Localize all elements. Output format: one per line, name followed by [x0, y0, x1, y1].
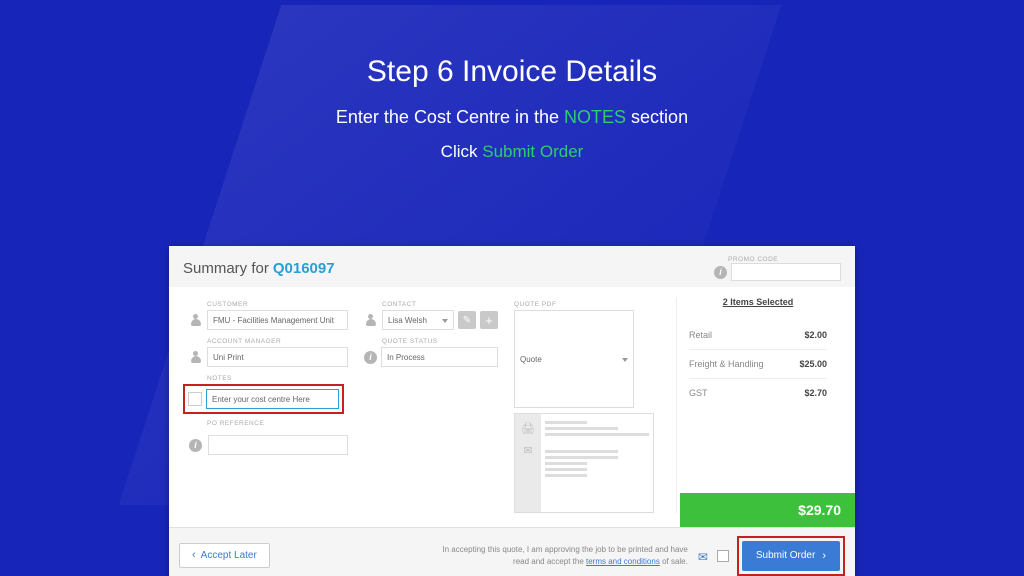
- cost-row-retail: Retail$2.00: [689, 321, 827, 350]
- slide-title: Step 6 Invoice Details: [0, 55, 1024, 89]
- promo-code-input[interactable]: [731, 263, 841, 281]
- add-icon[interactable]: +: [480, 311, 498, 329]
- email-option: ✉: [698, 550, 729, 562]
- summary-label: Summary for: [183, 260, 269, 277]
- disclaimer-text: In accepting this quote, I am approving …: [428, 544, 688, 566]
- quote-pdf-select[interactable]: Quote: [514, 310, 634, 408]
- quote-id: Q016097: [273, 260, 335, 277]
- customer-label: CUSTOMER: [207, 301, 348, 308]
- person-icon: [364, 313, 378, 327]
- envelope-icon: ✉: [698, 550, 714, 562]
- mail-icon[interactable]: ✉: [520, 444, 536, 458]
- notes-label: NOTES: [207, 375, 348, 382]
- slide-subtitle: Enter the Cost Centre in the NOTES secti…: [0, 107, 1024, 128]
- costs-column: 2 Items Selected Retail$2.00 Freight & H…: [676, 297, 839, 513]
- edit-icon[interactable]: ✎: [458, 311, 476, 329]
- pdf-preview: 🖨 ✉: [514, 413, 654, 513]
- person-icon: [189, 350, 203, 364]
- promo-code-label: PROMO CODE: [728, 256, 778, 263]
- email-checkbox[interactable]: [717, 550, 729, 562]
- po-reference-label: PO REFERENCE: [207, 420, 348, 427]
- slide-instruction: Click Submit Order: [0, 142, 1024, 162]
- invoice-app: Summary for Q016097 PROMO CODE i CUSTOME…: [169, 246, 855, 576]
- terms-link[interactable]: terms and conditions: [586, 557, 660, 566]
- chevron-right-icon: ›: [822, 550, 826, 562]
- info-icon: i: [714, 266, 727, 279]
- notes-input[interactable]: Enter your cost centre Here: [206, 389, 339, 409]
- submit-highlight: Submit Order ›: [737, 536, 845, 576]
- total-bar: $29.70: [680, 493, 855, 527]
- print-icon[interactable]: 🖨: [520, 422, 536, 436]
- contact-column: CONTACT Lisa Welsh ✎ + QUOTE STATUS i In…: [356, 297, 506, 513]
- summary-header: Summary for Q016097 PROMO CODE i: [169, 246, 855, 287]
- cost-row-freight: Freight & Handling$25.00: [689, 350, 827, 379]
- contact-label: CONTACT: [382, 301, 498, 308]
- items-selected-link[interactable]: 2 Items Selected: [689, 297, 827, 307]
- quote-pdf-column: QUOTE PDF Quote 🖨 ✉: [506, 297, 676, 513]
- chevron-left-icon: ‹: [192, 550, 196, 561]
- po-reference-input[interactable]: [208, 435, 348, 455]
- accept-later-button[interactable]: ‹ Accept Later: [179, 543, 270, 568]
- submit-order-button[interactable]: Submit Order ›: [742, 541, 840, 571]
- contact-select[interactable]: Lisa Welsh: [382, 310, 454, 330]
- notes-toggle[interactable]: [188, 392, 202, 406]
- quote-status-value: In Process: [381, 347, 498, 367]
- info-icon: i: [364, 351, 377, 364]
- info-icon: i: [189, 439, 202, 452]
- person-icon: [189, 313, 203, 327]
- notes-highlight: Enter your cost centre Here: [183, 384, 344, 414]
- customer-input[interactable]: FMU - Facilities Management Unit: [207, 310, 348, 330]
- quote-pdf-label: QUOTE PDF: [514, 301, 668, 308]
- cost-row-gst: GST$2.70: [689, 379, 827, 407]
- account-manager-input[interactable]: Uni Print: [207, 347, 348, 367]
- customer-column: CUSTOMER FMU - Facilities Management Uni…: [181, 297, 356, 513]
- footer-bar: ‹ Accept Later In accepting this quote, …: [169, 527, 855, 576]
- quote-status-label: QUOTE STATUS: [382, 338, 498, 345]
- account-manager-label: ACCOUNT MANAGER: [207, 338, 348, 345]
